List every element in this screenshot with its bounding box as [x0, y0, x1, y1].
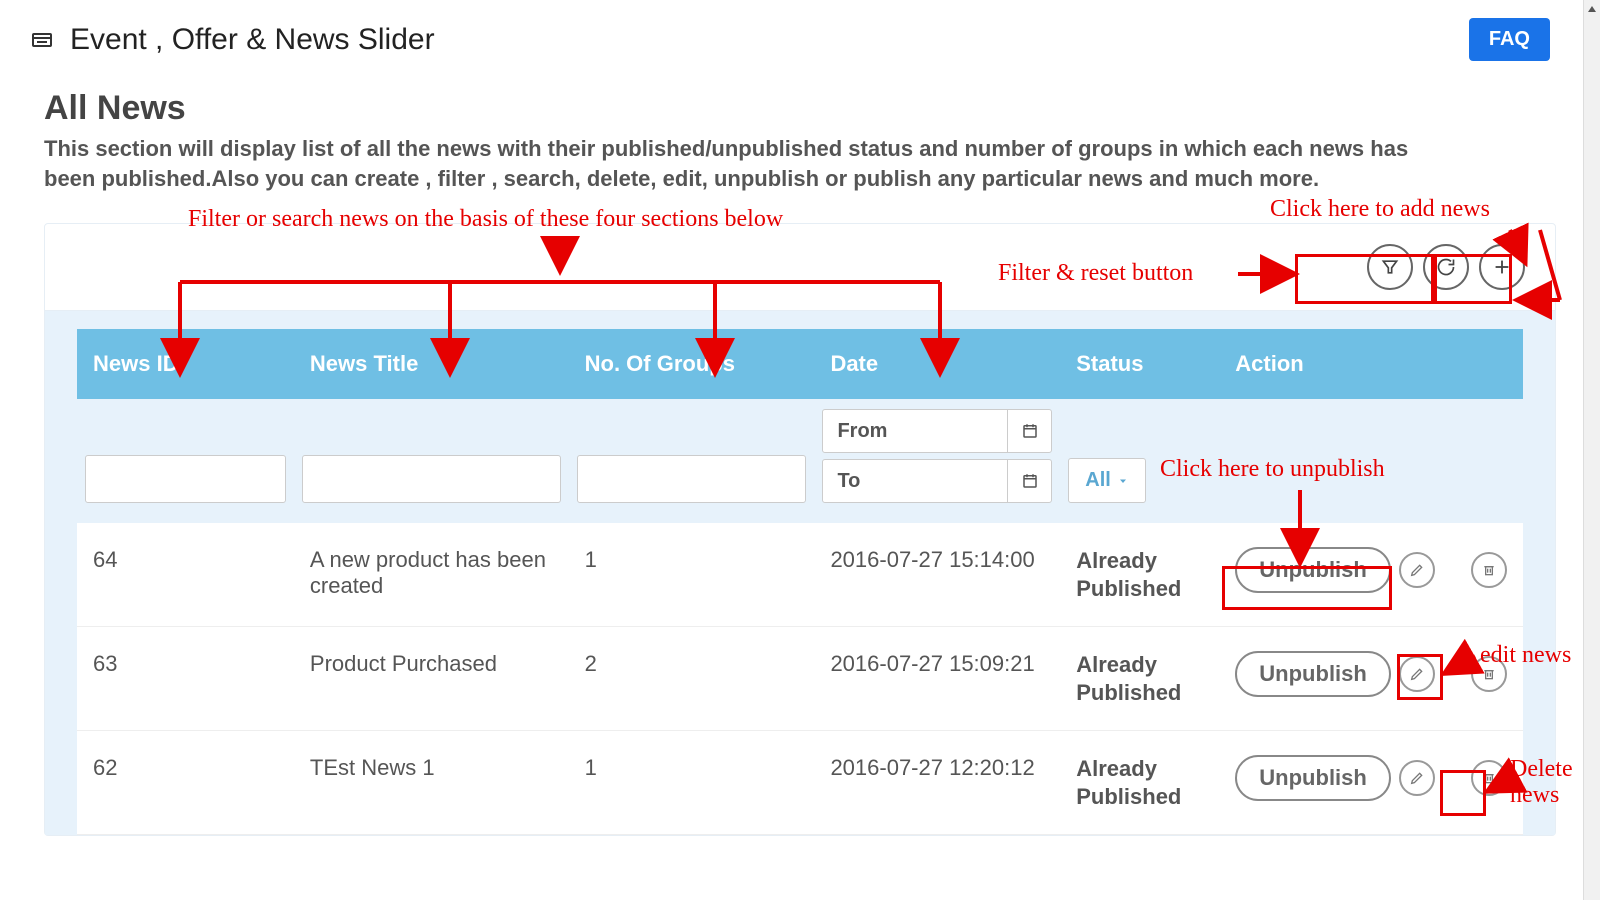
status-dropdown-label: All	[1085, 469, 1111, 492]
filter-date-from[interactable]: From	[822, 409, 1052, 453]
cell-status: Already Published	[1060, 731, 1219, 835]
add-news-button[interactable]	[1479, 244, 1525, 290]
trash-icon	[1481, 562, 1497, 578]
col-news-id: News ID	[77, 329, 294, 399]
slider-icon	[30, 28, 54, 52]
cell-id: 63	[77, 627, 294, 731]
date-from-label: From	[823, 410, 1007, 452]
table-row: 64 A new product has been created 1 2016…	[77, 523, 1523, 627]
scrollbar[interactable]	[1583, 0, 1600, 900]
table-row: 63 Product Purchased 2 2016-07-27 15:09:…	[77, 627, 1523, 731]
filter-button[interactable]	[1367, 244, 1413, 290]
cell-groups: 1	[569, 731, 815, 835]
col-action: Action	[1219, 329, 1523, 399]
pencil-icon	[1409, 562, 1425, 578]
reset-button[interactable]	[1423, 244, 1469, 290]
chevron-down-icon	[1117, 475, 1129, 487]
delete-button[interactable]	[1471, 656, 1507, 692]
cell-title: A new product has been created	[294, 523, 569, 627]
edit-button[interactable]	[1399, 656, 1435, 692]
scroll-up-icon	[1584, 0, 1600, 17]
news-panel: News ID News Title No. Of Groups Date St…	[44, 223, 1556, 836]
cell-status: Already Published	[1060, 627, 1219, 731]
calendar-icon	[1007, 410, 1051, 452]
section-description: This section will display list of all th…	[44, 134, 1424, 193]
cell-title: Product Purchased	[294, 627, 569, 731]
faq-button[interactable]: FAQ	[1469, 18, 1550, 61]
col-date: Date	[814, 329, 1060, 399]
calendar-icon	[1007, 460, 1051, 502]
pencil-icon	[1409, 666, 1425, 682]
trash-icon	[1481, 666, 1497, 682]
unpublish-button[interactable]: Unpublish	[1235, 755, 1391, 801]
cell-date: 2016-07-27 12:20:12	[814, 731, 1060, 835]
filter-news-title[interactable]	[302, 455, 561, 503]
col-news-title: News Title	[294, 329, 569, 399]
delete-button[interactable]	[1471, 552, 1507, 588]
cell-groups: 2	[569, 627, 815, 731]
filter-groups[interactable]	[577, 455, 807, 503]
unpublish-button[interactable]: Unpublish	[1235, 547, 1391, 593]
unpublish-button[interactable]: Unpublish	[1235, 651, 1391, 697]
cell-groups: 1	[569, 523, 815, 627]
cell-title: TEst News 1	[294, 731, 569, 835]
pencil-icon	[1409, 770, 1425, 786]
filter-status-dropdown[interactable]: All	[1068, 458, 1146, 503]
edit-button[interactable]	[1399, 760, 1435, 796]
section-title: All News	[44, 89, 1556, 128]
col-status: Status	[1060, 329, 1219, 399]
table-row: 62 TEst News 1 1 2016-07-27 12:20:12 Alr…	[77, 731, 1523, 835]
date-to-label: To	[823, 460, 1007, 502]
cell-date: 2016-07-27 15:14:00	[814, 523, 1060, 627]
filter-date-to[interactable]: To	[822, 459, 1052, 503]
cell-id: 64	[77, 523, 294, 627]
filter-news-id[interactable]	[85, 455, 286, 503]
delete-button[interactable]	[1471, 760, 1507, 796]
cell-status: Already Published	[1060, 523, 1219, 627]
page-title: Event , Offer & News Slider	[70, 23, 435, 57]
cell-date: 2016-07-27 15:09:21	[814, 627, 1060, 731]
col-no-of-groups: No. Of Groups	[569, 329, 815, 399]
trash-icon	[1481, 770, 1497, 786]
cell-id: 62	[77, 731, 294, 835]
edit-button[interactable]	[1399, 552, 1435, 588]
news-table: News ID News Title No. Of Groups Date St…	[77, 329, 1523, 835]
